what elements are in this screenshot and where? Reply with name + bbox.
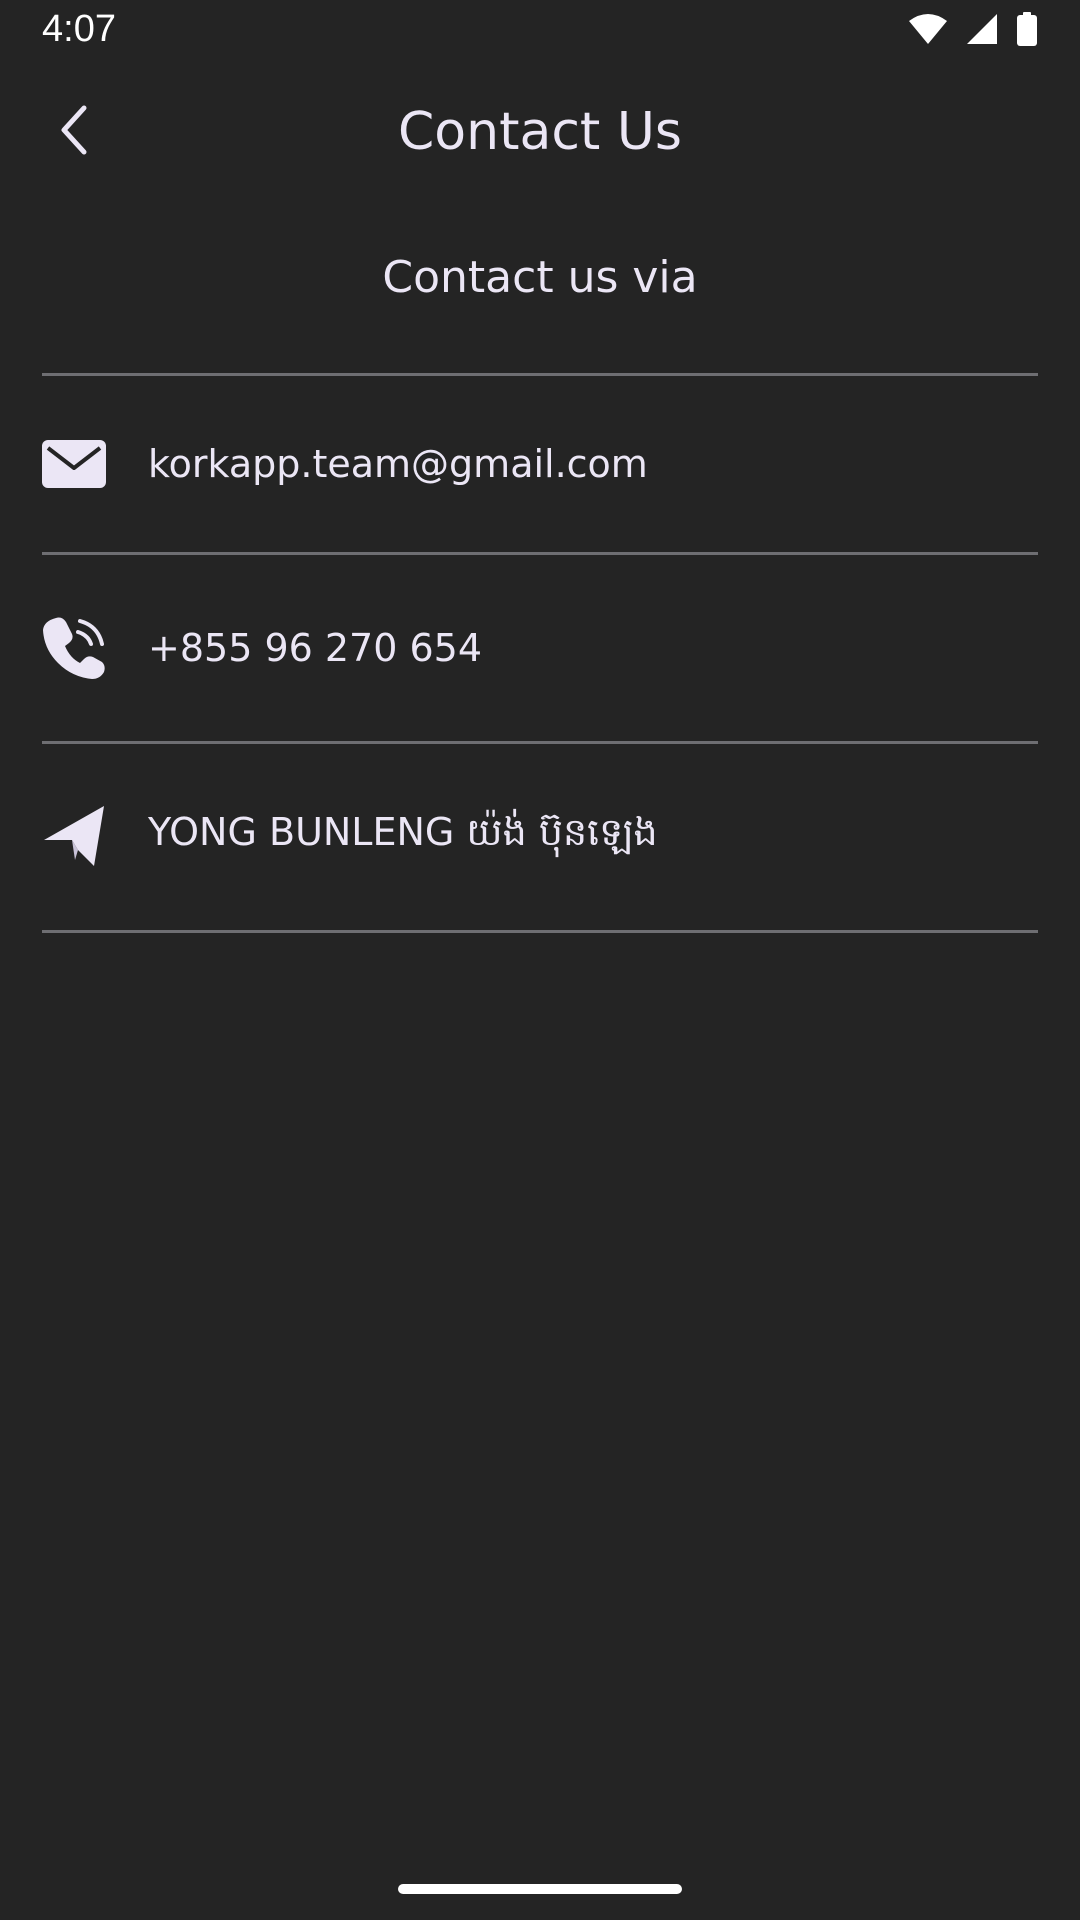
cellular-signal-icon bbox=[966, 13, 998, 49]
divider bbox=[42, 373, 1038, 376]
home-indicator[interactable] bbox=[398, 1884, 682, 1894]
contact-row-email[interactable]: korkapp.team@gmail.com bbox=[42, 414, 1038, 514]
divider bbox=[42, 930, 1038, 933]
section-heading: Contact us via bbox=[382, 252, 698, 303]
status-time: 4:07 bbox=[42, 8, 116, 50]
contact-row-phone[interactable]: +855 96 270 654 bbox=[42, 598, 1038, 698]
contact-phone-label: +855 96 270 654 bbox=[148, 626, 483, 670]
telegram-icon bbox=[42, 804, 106, 868]
status-bar: 4:07 bbox=[0, 0, 1080, 60]
contact-telegram-label: YONG BUNLENG យ៉ង់ ប៊ុនឡេង bbox=[148, 810, 658, 854]
wifi-icon bbox=[908, 13, 948, 49]
status-icons bbox=[908, 12, 1038, 50]
divider bbox=[42, 741, 1038, 744]
page-title: Contact Us bbox=[398, 102, 682, 162]
battery-icon bbox=[1016, 12, 1038, 50]
app-bar: Contact Us bbox=[0, 80, 1080, 195]
email-icon bbox=[42, 432, 106, 496]
contact-row-telegram[interactable]: YONG BUNLENG យ៉ង់ ប៊ុនឡេង bbox=[42, 786, 1038, 886]
phone-icon bbox=[42, 616, 106, 680]
contact-email-label: korkapp.team@gmail.com bbox=[148, 442, 648, 486]
divider bbox=[42, 552, 1038, 555]
